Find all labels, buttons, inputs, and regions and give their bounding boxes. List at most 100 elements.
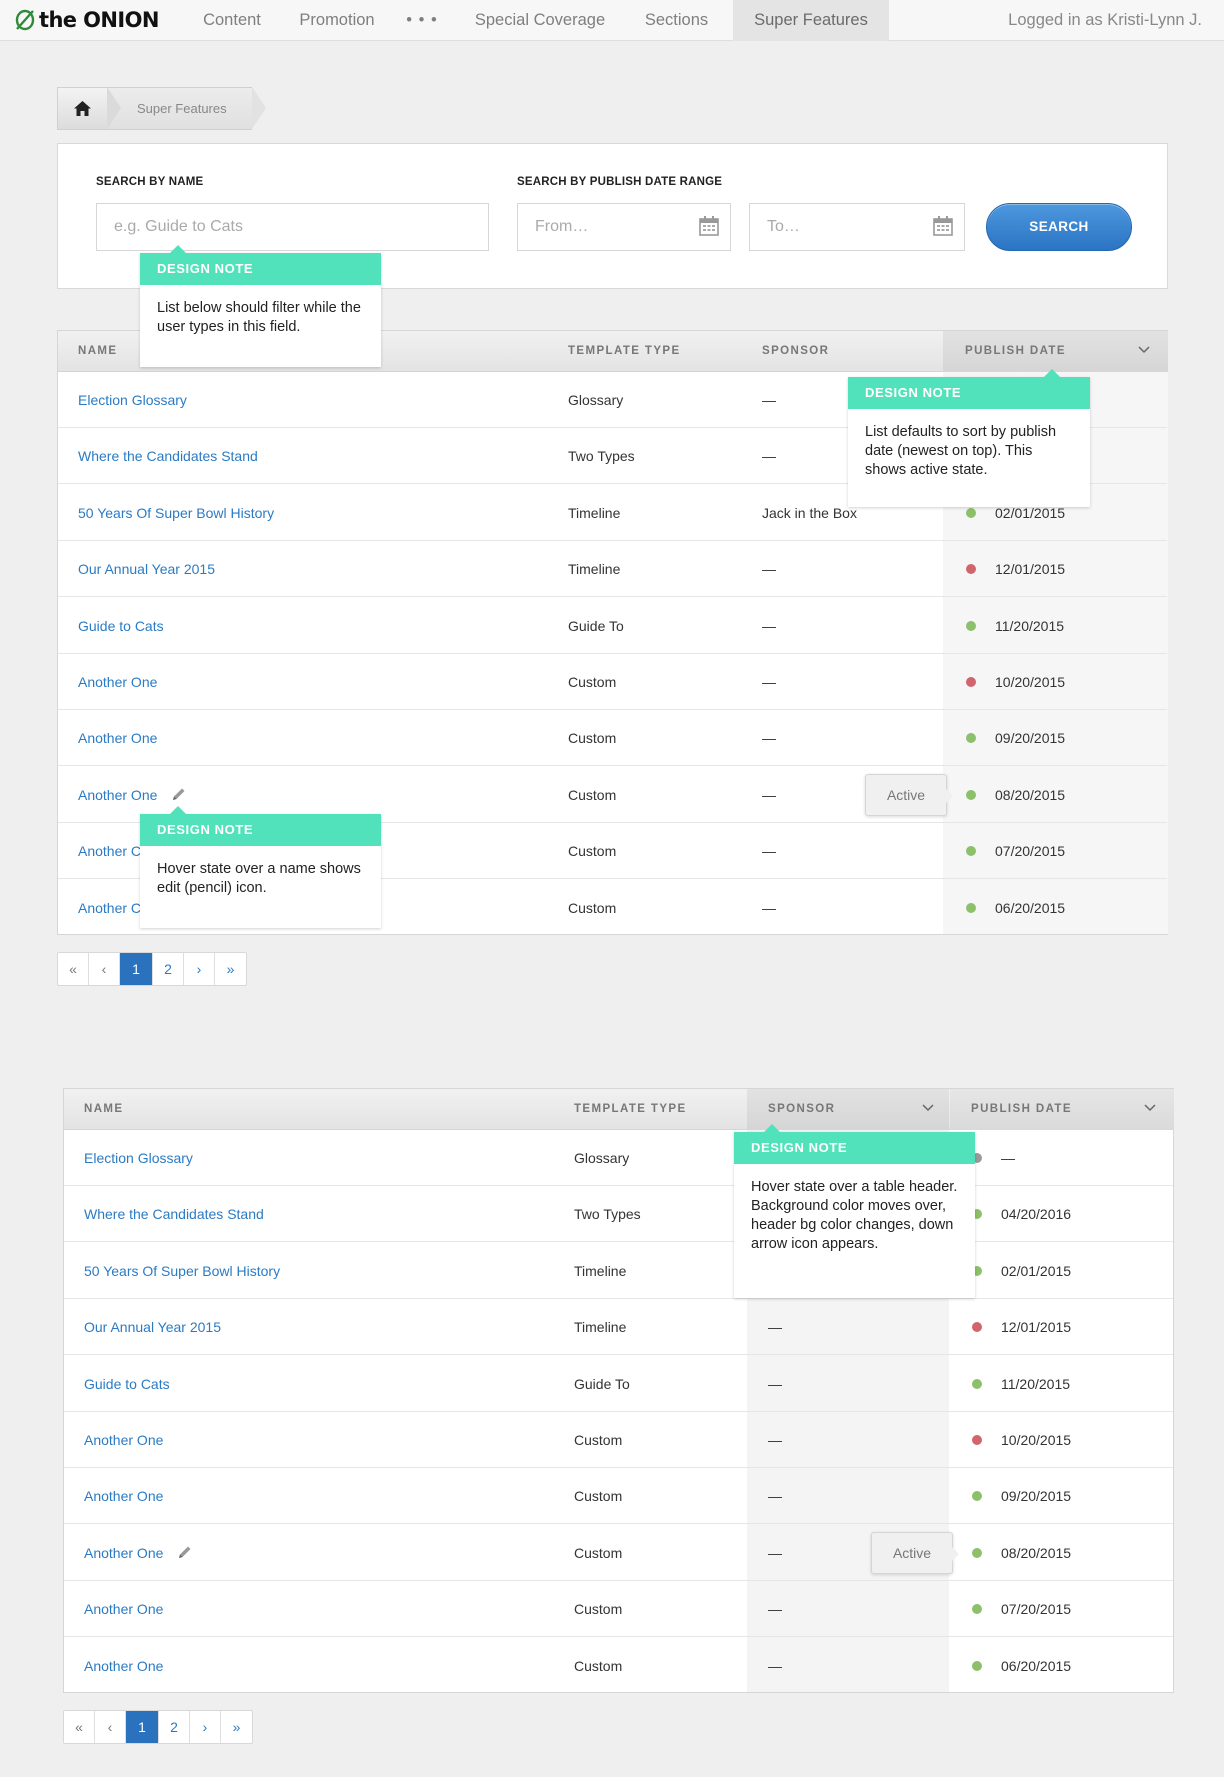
page-first[interactable]: « [58,953,89,985]
search-button[interactable]: SEARCH [986,203,1132,251]
onion-logo[interactable]: the ONION [14,7,159,33]
table-row[interactable]: Another One Custom — 07/20/2015 [64,1581,1173,1638]
date-to-input[interactable]: To… [749,203,965,251]
feature-name-link[interactable]: Election Glossary [78,372,187,428]
feature-name-link[interactable]: Another One [84,1468,163,1524]
breadcrumb-home[interactable] [57,87,107,130]
page-last[interactable]: » [221,1711,252,1743]
status-dot[interactable] [972,1547,982,1558]
feature-name-link[interactable]: Our Annual Year 2015 [84,1299,221,1355]
page-next[interactable]: › [184,953,215,985]
feature-name-link[interactable]: Another One [84,1638,163,1694]
feature-name-link[interactable]: Guide to Cats [84,1356,170,1412]
status-dot[interactable] [966,789,976,800]
status-tooltip: Active [871,1531,959,1574]
table-row[interactable]: Another One Custom — 09/20/2015 [64,1468,1173,1525]
page-1[interactable]: 1 [126,1711,159,1743]
pencil-icon[interactable] [172,787,186,801]
template-type: Custom [568,786,617,803]
nav-more[interactable]: • • • [392,0,452,41]
template-type: Two Types [568,448,635,465]
sponsor: — [762,392,776,408]
publish-date: 11/20/2015 [1001,1375,1071,1392]
feature-name-link[interactable]: Election Glossary [84,1130,193,1186]
feature-name-link[interactable]: Where the Candidates Stand [84,1186,264,1242]
table-row[interactable]: 50 Years Of Super Bowl History Timeline 02… [64,1243,1173,1299]
table-row[interactable]: Where the Candidates Stand Two Types 04/20… [64,1186,1173,1243]
table-row[interactable]: Our Annual Year 2015 Timeline — 12/01/2015 [64,1299,1173,1356]
status-dot[interactable] [966,507,976,518]
feature-name-link[interactable]: Where the Candidates Stand [78,428,258,484]
page-1[interactable]: 1 [120,953,153,985]
nav-special-coverage[interactable]: Special Coverage [455,0,625,41]
calendar-icon[interactable] [933,216,953,236]
header-publish-date[interactable]: PUBLISH DATE [965,331,1066,372]
table-row[interactable]: Another One Custom — 10/20/2015 [64,1412,1173,1468]
page-prev[interactable]: ‹ [95,1711,126,1743]
status-dot[interactable] [972,1378,982,1389]
page-first[interactable]: « [64,1711,95,1743]
chevron-down-icon[interactable] [1144,1104,1156,1112]
header-template-type[interactable]: TEMPLATE TYPE [568,331,681,372]
status-dot[interactable] [972,1435,982,1445]
feature-name-link[interactable]: Our Annual Year 2015 [78,541,215,597]
table-row[interactable]: Another One Custom — 08/20/2015 Active [64,1525,1173,1581]
feature-name-link[interactable]: Another One [84,1525,163,1581]
template-type: Two Types [574,1206,641,1223]
search-name-input[interactable]: e.g. Guide to Cats [96,203,489,251]
nav-sections[interactable]: Sections [625,0,728,41]
feature-name-link[interactable]: Another C [78,880,141,936]
feature-name-link[interactable]: Another One [84,1412,163,1468]
header-sponsor[interactable]: SPONSOR [762,331,829,372]
header-template-type[interactable]: TEMPLATE TYPE [574,1089,687,1130]
sponsor: — [762,617,776,634]
table-row[interactable]: Election Glossary Glossary — [64,1130,1173,1186]
header-publish-date[interactable]: PUBLISH DATE [971,1089,1072,1130]
nav-promotion[interactable]: Promotion [286,0,388,41]
table-row[interactable]: Guide to Cats Guide To — 11/20/2015 [58,598,1167,654]
template-type: Timeline [568,504,621,521]
page-last[interactable]: » [215,953,246,985]
table-row[interactable]: Another One Custom — 10/20/2015 [58,654,1167,710]
status-dot[interactable] [966,620,976,631]
pencil-icon[interactable] [178,1545,192,1559]
page-2[interactable]: 2 [159,1711,190,1743]
design-note-title: DESIGN NOTE [734,1132,975,1164]
page-2[interactable]: 2 [153,953,184,985]
status-dot[interactable] [966,846,976,857]
chevron-down-icon[interactable] [1138,346,1150,354]
feature-name-link[interactable]: Another C [78,823,141,879]
table-row[interactable]: Guide to Cats Guide To — 11/20/2015 [64,1356,1173,1412]
feature-name-link[interactable]: Another One [78,654,157,710]
feature-name-link[interactable]: Another One [84,1581,163,1637]
feature-name-link[interactable]: Another One [78,710,157,766]
feature-name-link[interactable]: Guide to Cats [78,598,164,654]
logged-in-user[interactable]: Logged in as Kristi-Lynn J. [1008,0,1202,41]
status-dot[interactable] [972,1322,982,1333]
breadcrumb-current[interactable]: Super Features [137,87,227,130]
status-dot[interactable] [966,677,976,687]
status-dot[interactable] [966,564,976,575]
status-dot[interactable] [972,1604,982,1615]
page-next[interactable]: › [190,1711,221,1743]
status-dot[interactable] [966,902,976,913]
chevron-down-icon[interactable] [922,1104,934,1112]
feature-name-link[interactable]: 50 Years Of Super Bowl History [84,1243,280,1299]
status-dot[interactable] [966,733,976,744]
date-from-input[interactable]: From… [517,203,731,251]
status-dot[interactable] [972,1660,982,1671]
table-row[interactable]: Another One Custom — 09/20/2015 [58,710,1167,767]
sponsor: — [762,786,776,803]
publish-date: 07/20/2015 [1001,1601,1072,1618]
header-name[interactable]: NAME [78,331,117,372]
header-name[interactable]: NAME [84,1089,123,1130]
page-prev[interactable]: ‹ [89,953,120,985]
status-dot[interactable] [972,1491,982,1502]
publish-date: 06/20/2015 [995,899,1066,916]
nav-super-features[interactable]: Super Features [733,0,889,41]
table-row[interactable]: Another One Custom — 06/20/2015 [64,1638,1173,1694]
calendar-icon[interactable] [699,216,719,236]
table-row[interactable]: Our Annual Year 2015 Timeline — 12/01/2015 [58,541,1167,598]
nav-content[interactable]: Content [178,0,286,41]
feature-name-link[interactable]: 50 Years Of Super Bowl History [78,485,274,541]
